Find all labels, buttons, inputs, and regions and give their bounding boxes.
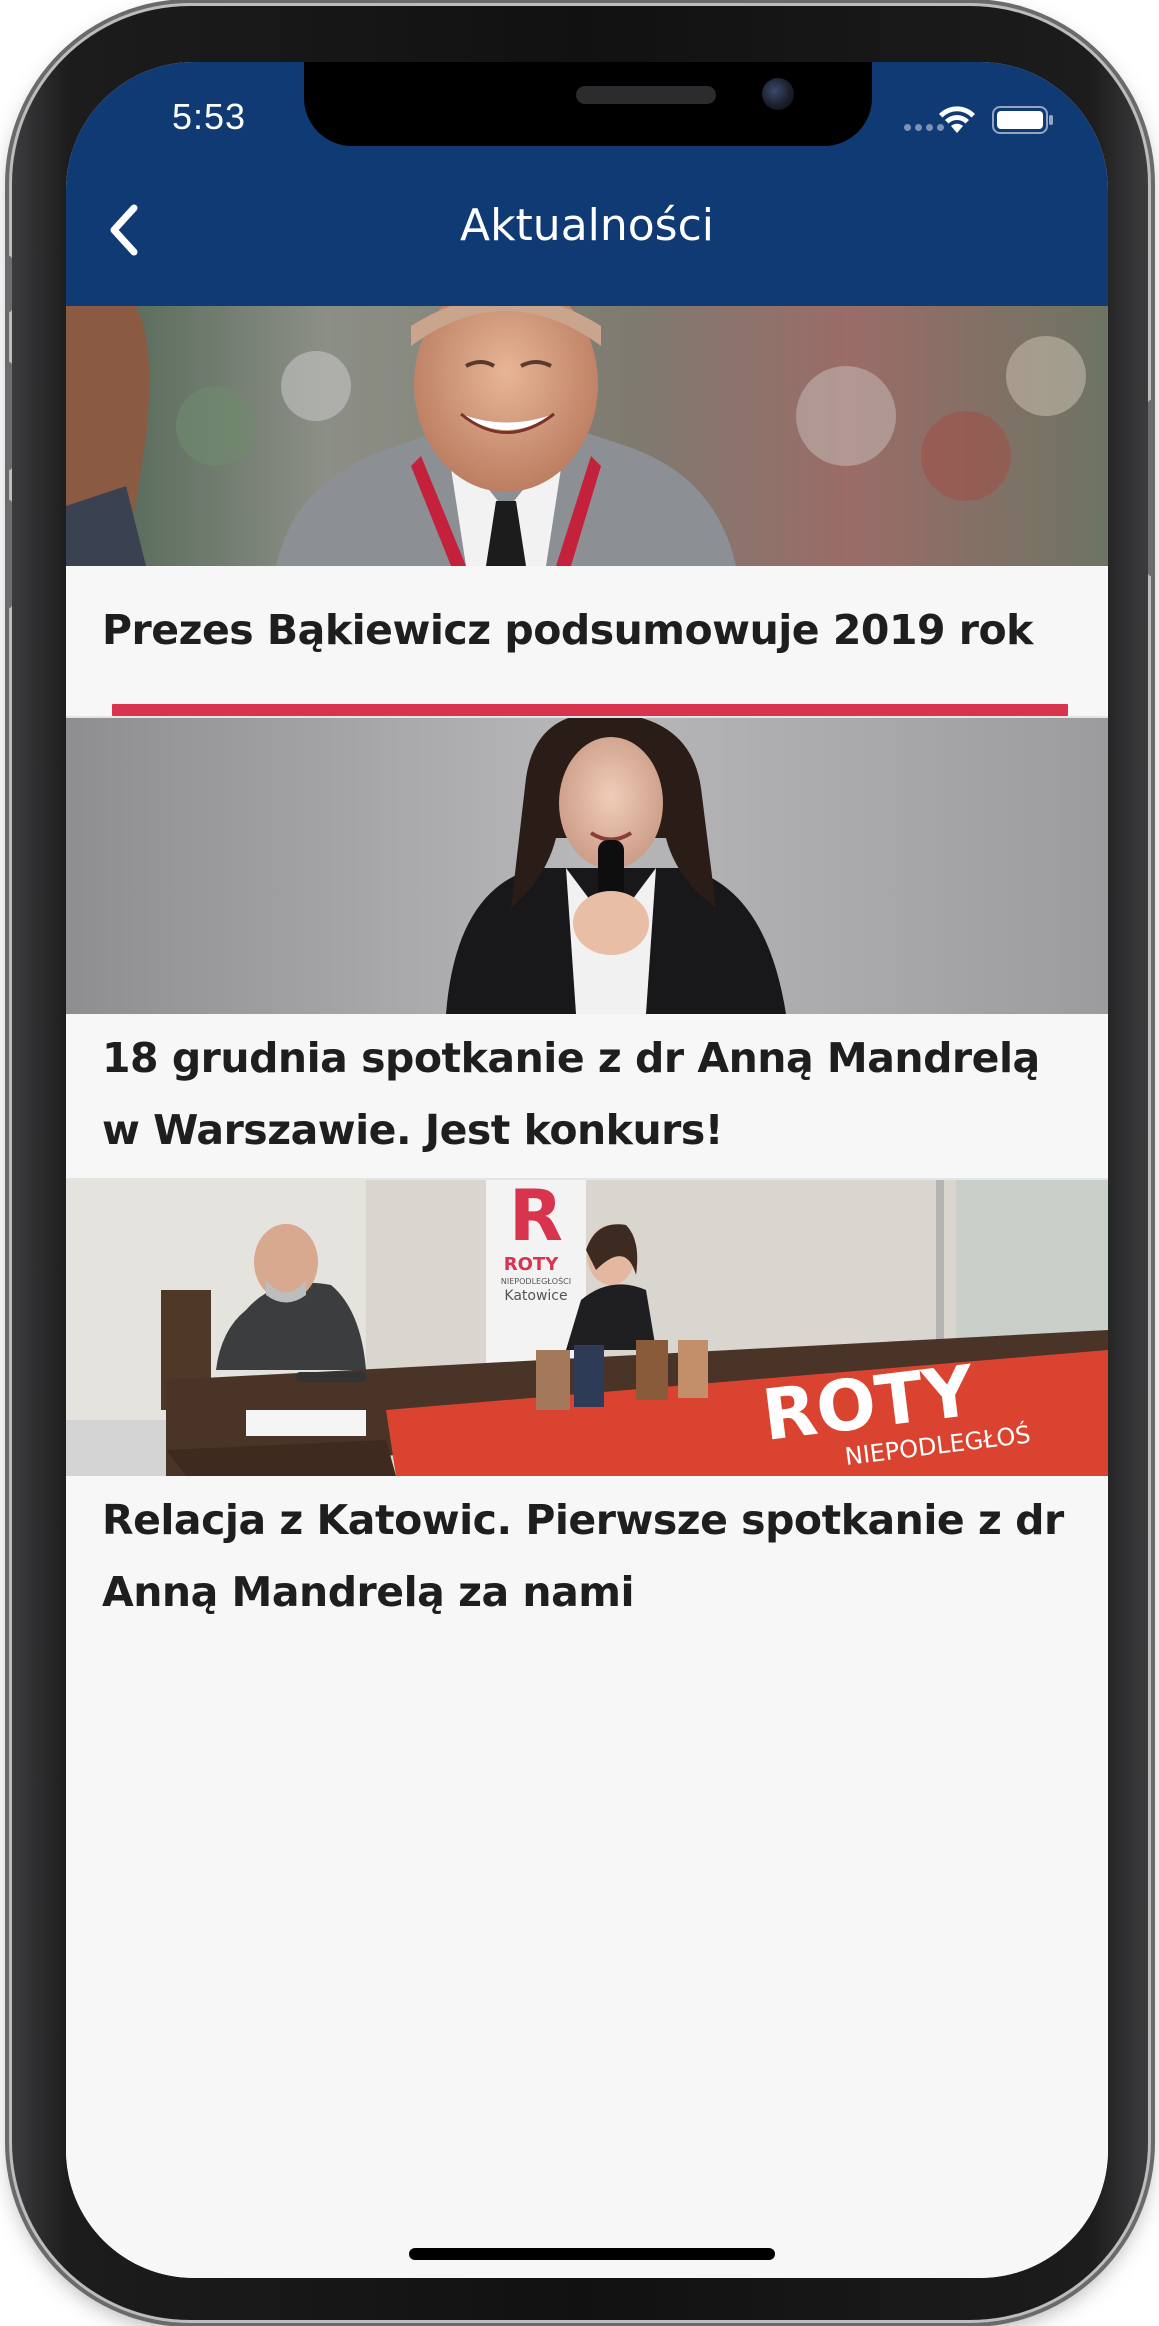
news-title[interactable]: Relacja z Katowic. Pierwsze spotkanie z … bbox=[66, 1476, 1108, 1628]
banner-logo-city: Katowice bbox=[504, 1288, 567, 1304]
news-image[interactable]: R ROTY NIEPODLEGŁOŚCI Katowice ROTY NIEP… bbox=[66, 1180, 1108, 1476]
banner-logo-r-icon: R bbox=[509, 1180, 563, 1257]
camera-icon bbox=[762, 78, 794, 110]
news-title[interactable]: 18 grudnia spotkanie z dr Anną Mandrelą … bbox=[66, 1014, 1108, 1166]
volume-down-button bbox=[6, 500, 12, 608]
photo-woman-speaking-into-microphone bbox=[66, 718, 1108, 1014]
news-card[interactable]: 18 grudnia spotkanie z dr Anną Mandrelą … bbox=[66, 716, 1108, 1192]
wifi-icon bbox=[939, 106, 975, 133]
photo-smiling-man-in-suit bbox=[66, 306, 1108, 566]
silent-switch bbox=[6, 256, 12, 312]
battery-icon bbox=[992, 106, 1053, 134]
page-title: Aktualności bbox=[459, 200, 715, 251]
news-image[interactable] bbox=[66, 718, 1108, 1014]
news-card[interactable]: Prezes Bąkiewicz podsumowuje 2019 rok bbox=[66, 306, 1108, 716]
photo-panel-event: R ROTY NIEPODLEGŁOŚCI Katowice ROTY NIEP… bbox=[66, 1180, 1108, 1476]
status-bar: 5:53 bbox=[66, 62, 1108, 162]
news-title[interactable]: Prezes Bąkiewicz podsumowuje 2019 rok bbox=[66, 566, 1108, 666]
news-card[interactable]: R ROTY NIEPODLEGŁOŚCI Katowice ROTY NIEP… bbox=[66, 1178, 1108, 2278]
banner-logo-text: ROTY bbox=[504, 1254, 559, 1275]
volume-up-button bbox=[6, 362, 12, 470]
speaker-grille bbox=[576, 86, 716, 104]
status-time: 5:53 bbox=[172, 96, 247, 137]
power-button bbox=[1148, 400, 1154, 576]
banner-logo-sub: NIEPODLEGŁOŚCI bbox=[501, 1275, 571, 1286]
app-screen: 5:53 Aktualności Prezes Bąkiewicz podsum… bbox=[66, 62, 1108, 2278]
news-feed[interactable]: Prezes Bąkiewicz podsumowuje 2019 rok 18… bbox=[66, 306, 1108, 2278]
card-divider bbox=[112, 704, 1068, 716]
notch bbox=[304, 62, 872, 146]
navigation-bar: Aktualności bbox=[66, 162, 1108, 306]
news-image[interactable] bbox=[66, 306, 1108, 566]
home-indicator[interactable] bbox=[409, 2248, 775, 2260]
phone-frame: 5:53 Aktualności Prezes Bąkiewicz podsum… bbox=[6, 6, 1154, 2320]
